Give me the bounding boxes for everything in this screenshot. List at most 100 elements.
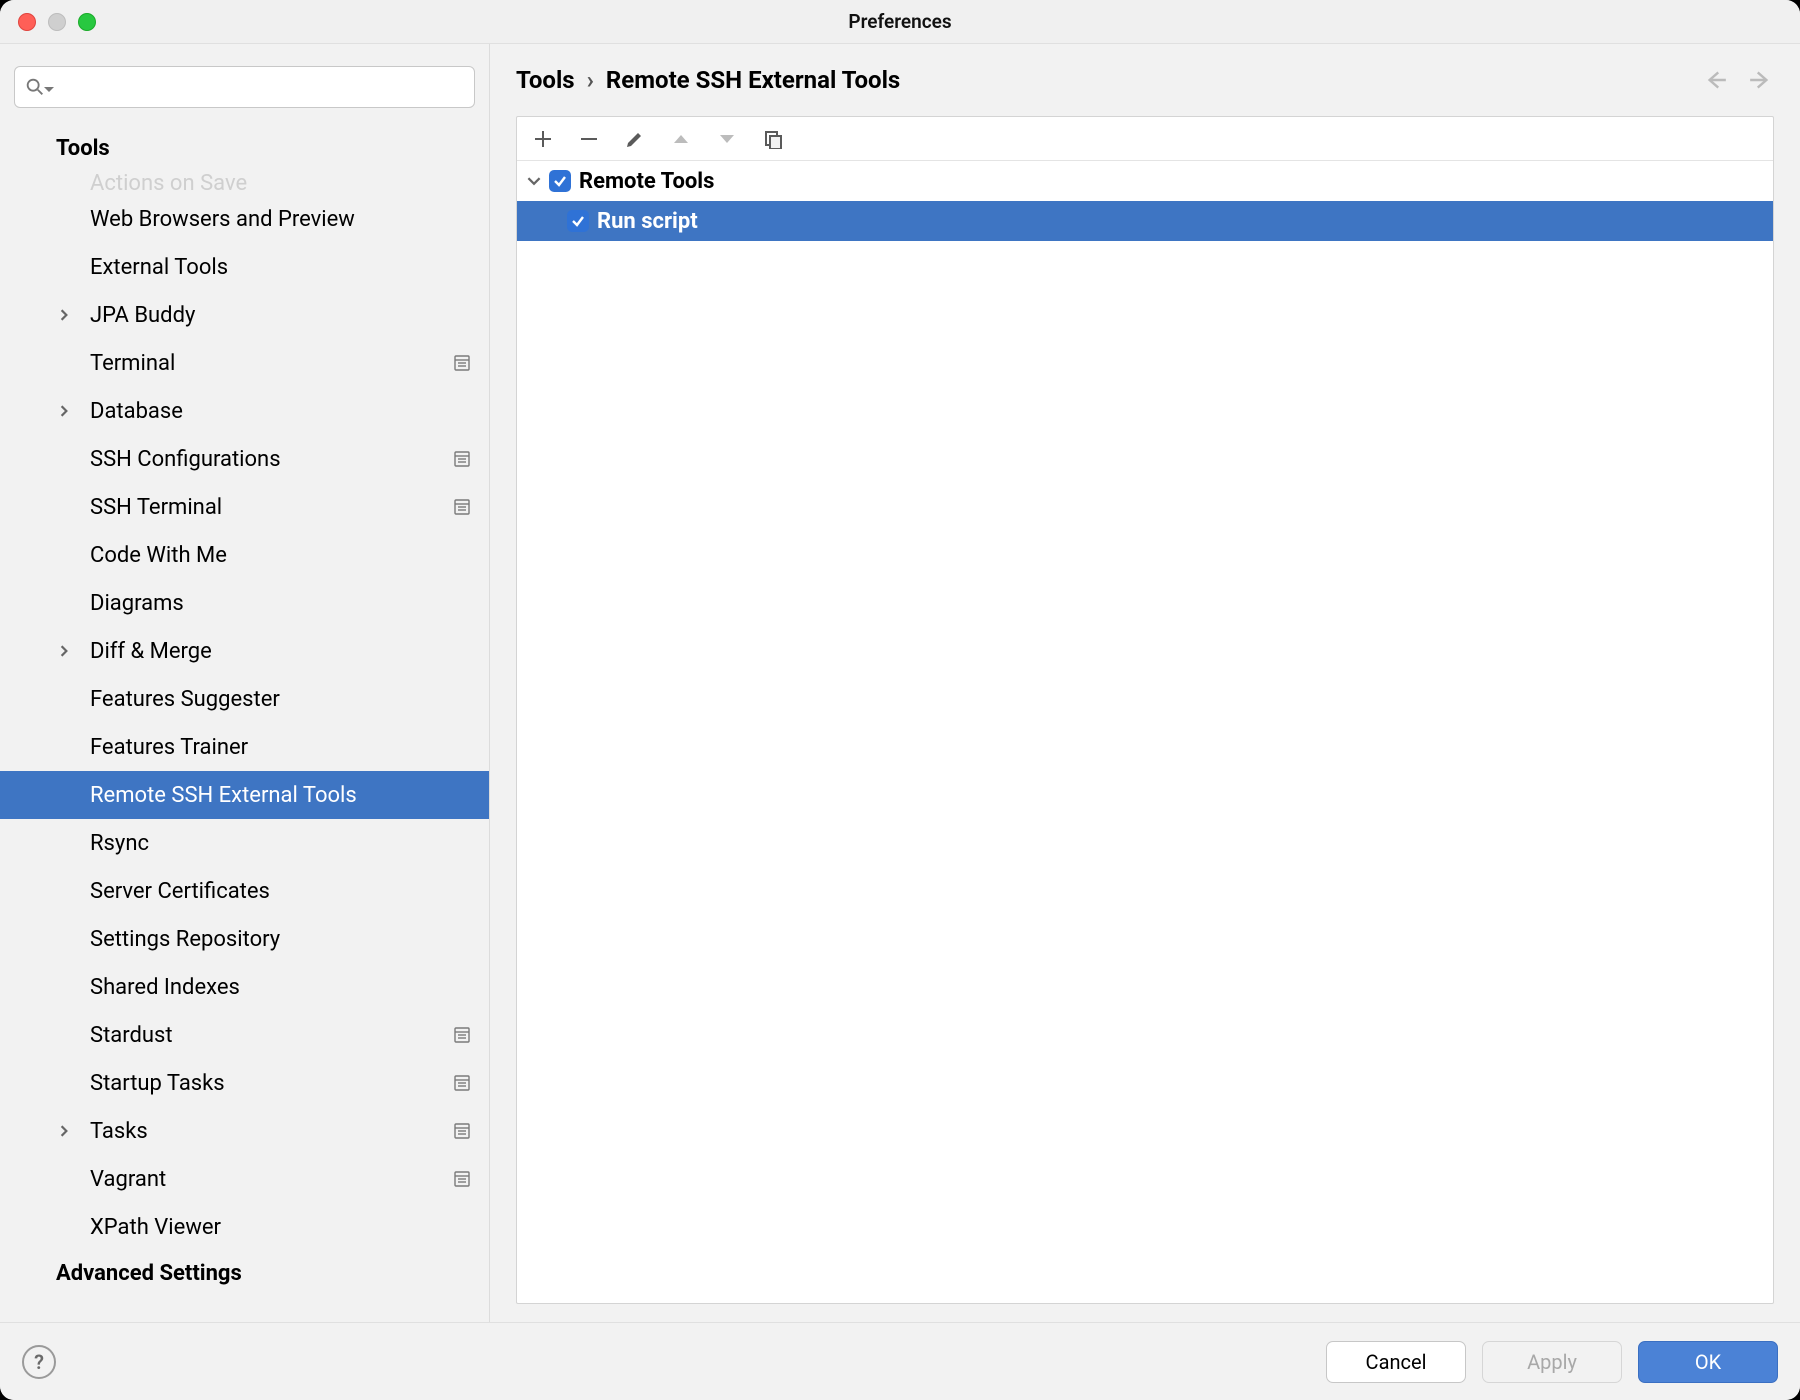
item-checkbox[interactable] (567, 210, 589, 232)
sidebar-item-startup-tasks[interactable]: Startup Tasks (0, 1059, 489, 1107)
sidebar-item-label: SSH Terminal (90, 495, 222, 520)
sidebar: Tools Actions on Save Web Browsers and P… (0, 44, 490, 1322)
sidebar-item-label: Tasks (90, 1119, 148, 1144)
sidebar-item-label: SSH Configurations (90, 447, 281, 472)
breadcrumb-root[interactable]: Tools (516, 66, 575, 94)
sidebar-item-label: Terminal (90, 351, 175, 376)
sidebar-item-vagrant[interactable]: Vagrant (0, 1155, 489, 1203)
ok-button[interactable]: OK (1638, 1341, 1778, 1383)
sidebar-item-remote-ssh-external-tools[interactable]: Remote SSH External Tools (0, 771, 489, 819)
sidebar-item-diagrams[interactable]: Diagrams (0, 579, 489, 627)
sidebar-item-label: Features Suggester (90, 687, 280, 712)
sidebar-item-tasks[interactable]: Tasks (0, 1107, 489, 1155)
tools-tree: Remote Tools Run script (517, 161, 1773, 1303)
nav-forward-icon[interactable] (1748, 67, 1774, 93)
chevron-right-icon (58, 645, 70, 657)
sidebar-item-label: Shared Indexes (90, 975, 240, 1000)
cancel-button[interactable]: Cancel (1326, 1341, 1466, 1383)
search-input-container (14, 66, 475, 108)
zoom-window-button[interactable] (78, 13, 96, 31)
project-level-icon (453, 1074, 471, 1092)
chevron-right-icon (58, 1125, 70, 1137)
content-area: Tools › Remote SSH External Tools (490, 44, 1800, 1322)
project-level-icon (453, 1026, 471, 1044)
sidebar-item-label: Server Certificates (90, 879, 270, 904)
sidebar-item-features-trainer[interactable]: Features Trainer (0, 723, 489, 771)
sidebar-tree: Tools Actions on Save Web Browsers and P… (0, 118, 489, 1322)
chevron-down-icon (527, 174, 541, 188)
sidebar-item-terminal[interactable]: Terminal (0, 339, 489, 387)
window-controls (18, 13, 96, 31)
edit-button[interactable] (623, 127, 647, 151)
sidebar-item-label: Remote SSH External Tools (90, 783, 357, 808)
group-checkbox[interactable] (549, 170, 571, 192)
help-button[interactable]: ? (22, 1345, 56, 1379)
project-level-icon (453, 1170, 471, 1188)
sidebar-item-features-suggester[interactable]: Features Suggester (0, 675, 489, 723)
apply-button: Apply (1482, 1341, 1622, 1383)
project-level-icon (453, 354, 471, 372)
move-up-button[interactable] (669, 127, 693, 151)
breadcrumb-sep: › (587, 66, 594, 94)
nav-arrows (1702, 67, 1774, 93)
toolbar (517, 117, 1773, 161)
sidebar-item-label: Code With Me (90, 543, 227, 568)
sidebar-item-external-tools[interactable]: External Tools (0, 243, 489, 291)
item-label: Run script (597, 209, 698, 234)
sidebar-item-web-browsers-and-preview[interactable]: Web Browsers and Preview (0, 195, 489, 243)
content-panel: Remote Tools Run script (516, 116, 1774, 1304)
breadcrumb: Tools › Remote SSH External Tools (516, 66, 900, 94)
sidebar-item-rsync[interactable]: Rsync (0, 819, 489, 867)
preferences-window: Preferences (0, 0, 1800, 1400)
sidebar-item-xpath-viewer[interactable]: XPath Viewer (0, 1203, 489, 1251)
sidebar-item-label: Rsync (90, 831, 149, 856)
project-level-icon (453, 1122, 471, 1140)
sidebar-item-label: Vagrant (90, 1167, 166, 1192)
body: Tools Actions on Save Web Browsers and P… (0, 44, 1800, 1322)
chevron-right-icon (58, 405, 70, 417)
project-level-icon (453, 498, 471, 516)
sidebar-item-settings-repository[interactable]: Settings Repository (0, 915, 489, 963)
copy-button[interactable] (761, 127, 785, 151)
sidebar-item-ssh-terminal[interactable]: SSH Terminal (0, 483, 489, 531)
project-level-icon (453, 450, 471, 468)
nav-back-icon[interactable] (1702, 67, 1728, 93)
content-header: Tools › Remote SSH External Tools (516, 44, 1774, 116)
sidebar-item-label: Settings Repository (90, 927, 280, 952)
sidebar-item-server-certificates[interactable]: Server Certificates (0, 867, 489, 915)
sidebar-section-advanced[interactable]: Advanced Settings (0, 1251, 489, 1296)
sidebar-item-cutoff[interactable]: Actions on Save (0, 171, 489, 195)
move-down-button[interactable] (715, 127, 739, 151)
sidebar-item-label: Database (90, 399, 183, 424)
group-label: Remote Tools (579, 169, 714, 194)
sidebar-item-diff-merge[interactable]: Diff & Merge (0, 627, 489, 675)
window-title: Preferences (848, 10, 951, 33)
sidebar-item-stardust[interactable]: Stardust (0, 1011, 489, 1059)
tools-group-row[interactable]: Remote Tools (517, 161, 1773, 201)
sidebar-item-label: XPath Viewer (90, 1215, 221, 1240)
sidebar-item-label: Startup Tasks (90, 1071, 225, 1096)
chevron-right-icon (58, 309, 70, 321)
sidebar-section-tools[interactable]: Tools (0, 126, 489, 171)
add-button[interactable] (531, 127, 555, 151)
sidebar-item-label: JPA Buddy (90, 303, 195, 328)
minimize-window-button[interactable] (48, 13, 66, 31)
sidebar-item-database[interactable]: Database (0, 387, 489, 435)
footer: ? Cancel Apply OK (0, 1322, 1800, 1400)
sidebar-item-shared-indexes[interactable]: Shared Indexes (0, 963, 489, 1011)
sidebar-item-code-with-me[interactable]: Code With Me (0, 531, 489, 579)
sidebar-item-ssh-configurations[interactable]: SSH Configurations (0, 435, 489, 483)
titlebar: Preferences (0, 0, 1800, 44)
sidebar-item-label: Diff & Merge (90, 639, 212, 664)
sidebar-item-jpa-buddy[interactable]: JPA Buddy (0, 291, 489, 339)
sidebar-item-label: Features Trainer (90, 735, 248, 760)
breadcrumb-current: Remote SSH External Tools (606, 66, 900, 94)
sidebar-item-label: Stardust (90, 1023, 173, 1048)
search-input[interactable] (14, 66, 475, 108)
sidebar-item-label: External Tools (90, 255, 228, 280)
close-window-button[interactable] (18, 13, 36, 31)
remove-button[interactable] (577, 127, 601, 151)
tools-item-row[interactable]: Run script (517, 201, 1773, 241)
search-wrap (0, 44, 489, 118)
search-icon (24, 76, 54, 98)
